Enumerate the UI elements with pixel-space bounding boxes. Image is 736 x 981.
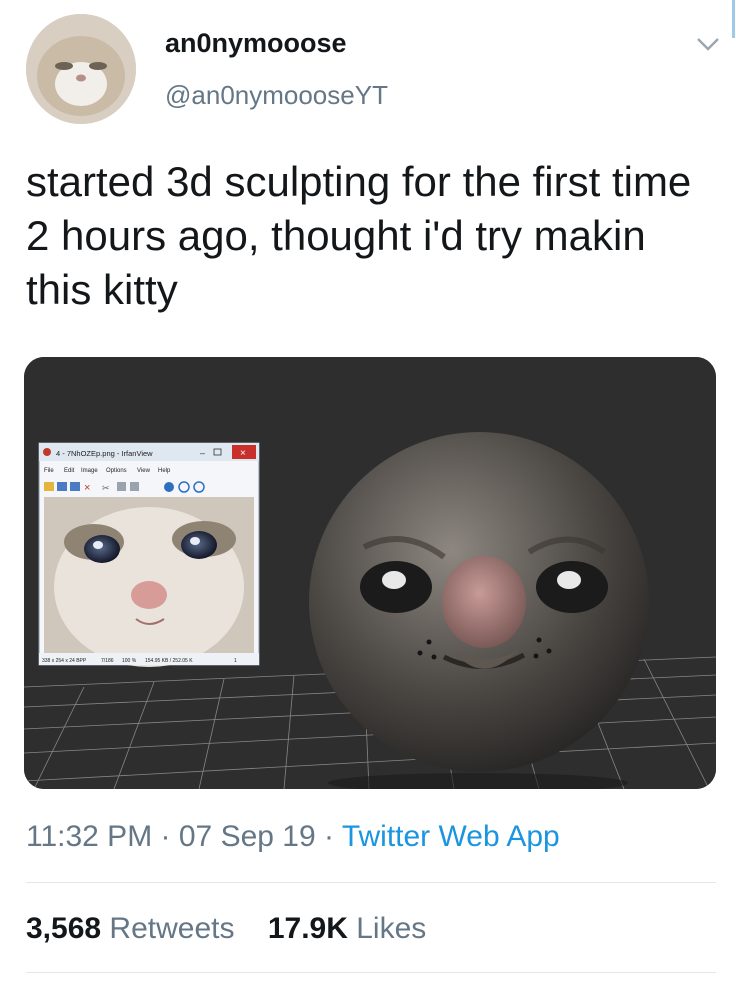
- retweets-label: Retweets: [109, 912, 235, 945]
- display-name[interactable]: an0nymooose: [165, 28, 347, 59]
- tweet-time[interactable]: 11:32 PM: [26, 820, 152, 853]
- svg-text:100 %: 100 %: [122, 658, 137, 664]
- media-image: 4 - 7NhOZEp.png - IrfanView × – File Edi…: [24, 357, 716, 789]
- tweet-meta: 11:32 PM · 07 Sep 19 · Twitter Web App: [26, 820, 560, 854]
- divider: [26, 972, 716, 973]
- meta-separator: ·: [160, 820, 171, 853]
- user-handle[interactable]: @an0nymoooseYT: [165, 80, 388, 111]
- svg-text:338 x 254 x 24 BPP: 338 x 254 x 24 BPP: [42, 658, 87, 664]
- svg-text:Edit: Edit: [64, 468, 75, 474]
- svg-text:Image: Image: [81, 468, 98, 474]
- avatar-image: [26, 14, 136, 124]
- chevron-down-icon[interactable]: [694, 34, 722, 54]
- tweet-media[interactable]: 4 - 7NhOZEp.png - IrfanView × – File Edi…: [24, 357, 716, 789]
- tweet-date[interactable]: 07 Sep 19: [179, 820, 316, 853]
- likes-label: Likes: [356, 912, 427, 945]
- svg-text:✂: ✂: [102, 483, 110, 493]
- svg-text:×: ×: [240, 448, 246, 459]
- scroll-indicator: [732, 0, 735, 38]
- svg-text:7/186: 7/186: [101, 658, 114, 664]
- svg-text:File: File: [44, 468, 54, 474]
- retweets-count: 3,568: [26, 912, 102, 945]
- svg-text:154.95 KB / 252.05 K: 154.95 KB / 252.05 K: [145, 658, 193, 664]
- irfanview-title: 4 - 7NhOZEp.png - IrfanView: [56, 449, 153, 458]
- tweet-text: started 3d sculpting for the first time …: [26, 158, 692, 313]
- svg-text:View: View: [137, 468, 151, 474]
- likes-stat[interactable]: 17.9K Likes: [268, 912, 426, 945]
- svg-text:Help: Help: [158, 468, 171, 474]
- svg-text:–: –: [200, 448, 205, 458]
- meta-separator: ·: [324, 820, 335, 853]
- divider: [26, 882, 716, 883]
- tweet-stats: 3,568 Retweets 17.9K Likes: [26, 912, 426, 946]
- svg-text:Options: Options: [106, 468, 127, 474]
- svg-text:×: ×: [84, 482, 90, 494]
- retweets-stat[interactable]: 3,568 Retweets: [26, 912, 243, 945]
- irfanview-window: 4 - 7NhOZEp.png - IrfanView × – File Edi…: [38, 442, 260, 667]
- tweet-source-link[interactable]: Twitter Web App: [342, 820, 560, 853]
- avatar[interactable]: [26, 14, 136, 124]
- svg-text:1: 1: [234, 658, 237, 664]
- likes-count: 17.9K: [267, 912, 348, 945]
